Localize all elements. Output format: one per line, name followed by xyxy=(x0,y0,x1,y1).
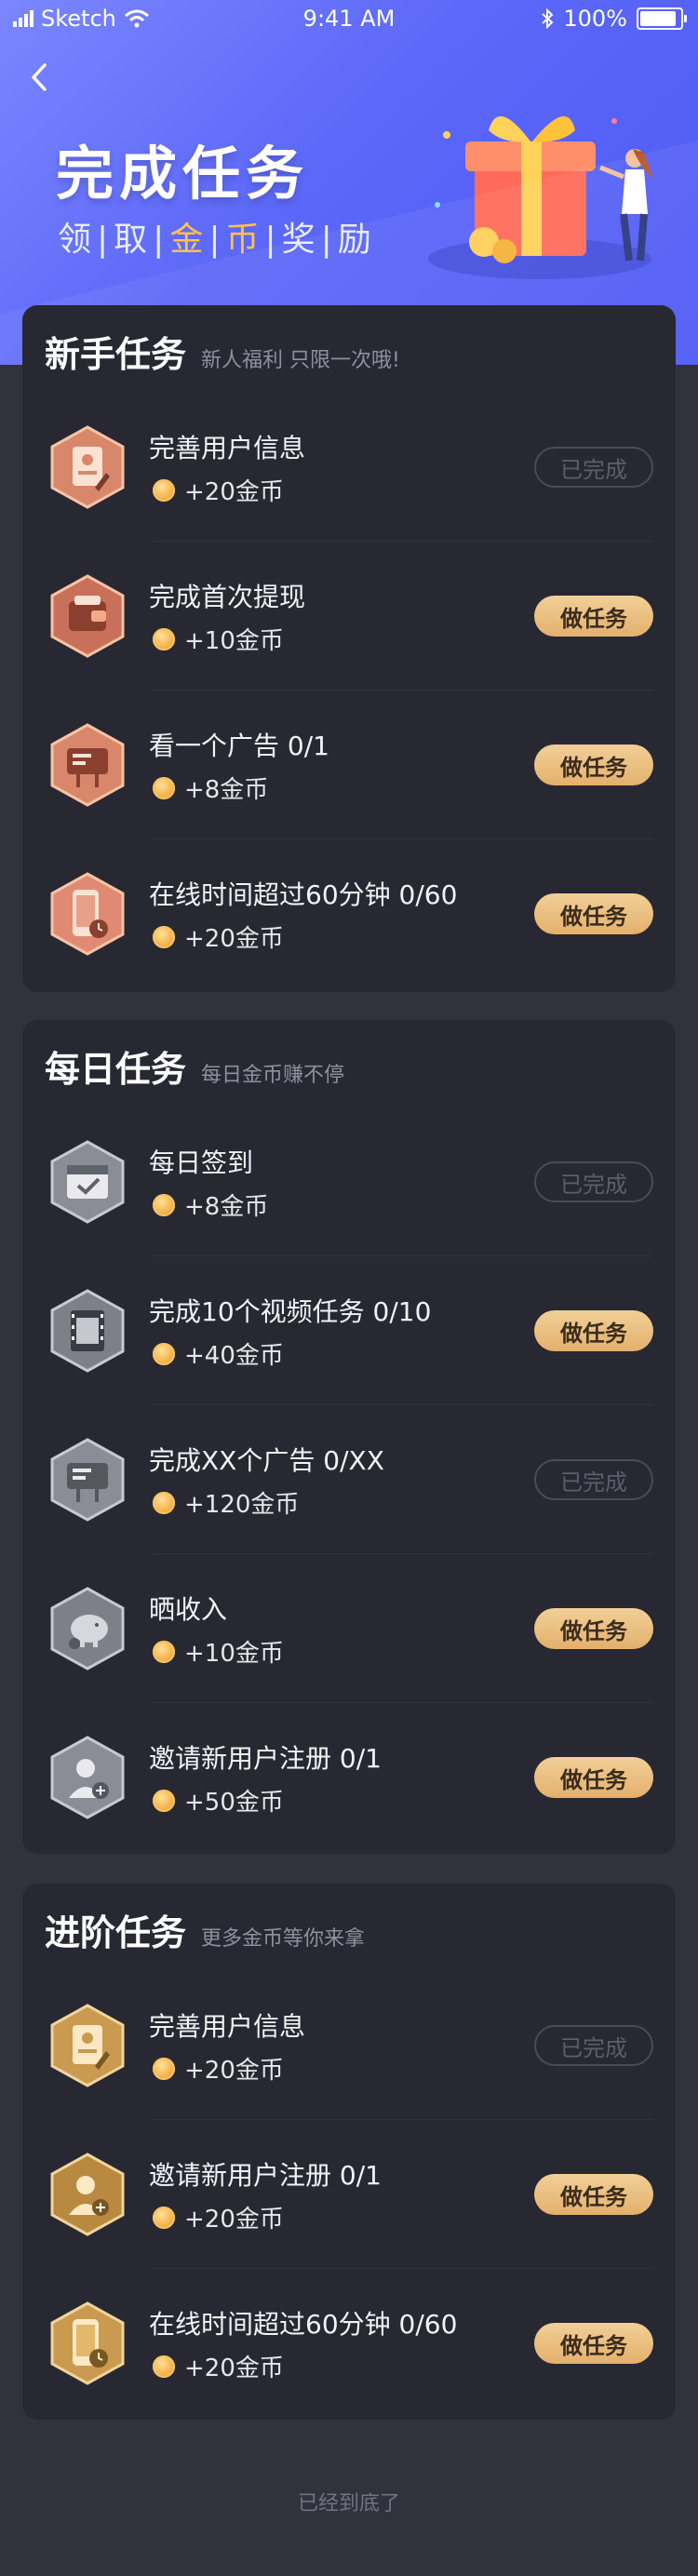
do-task-button[interactable]: 做任务 xyxy=(534,1310,653,1351)
add-user-icon xyxy=(50,1736,125,1819)
profile-card-icon xyxy=(50,425,125,509)
do-task-button[interactable]: 做任务 xyxy=(534,596,653,637)
section-newbie-tasks: 新手任务 新人福利 只限一次哦! 完善用户信息 +20金币 已完成 完成首次提现… xyxy=(22,305,676,992)
task-reward: +40金币 xyxy=(153,1336,284,1371)
do-task-button[interactable]: 做任务 xyxy=(534,1608,653,1649)
coin-icon xyxy=(153,776,175,799)
task-row: 每日签到 +8金币 已完成 xyxy=(22,1107,676,1256)
task-row: 完善用户信息 +20金币 已完成 xyxy=(22,1971,676,2120)
film-icon xyxy=(50,1289,125,1373)
task-row: 完成XX个广告 0/XX +120金币 已完成 xyxy=(22,1405,676,1554)
task-row: 完成10个视频任务 0/10 +40金币 做任务 xyxy=(22,1256,676,1405)
task-reward: +20金币 xyxy=(153,473,284,507)
section-subtitle: 新人福利 只限一次哦! xyxy=(201,349,400,372)
task-reward: +10金币 xyxy=(153,1634,284,1669)
back-arrow-icon[interactable] xyxy=(24,61,56,93)
piggy-bank-icon xyxy=(50,1587,125,1670)
do-task-button[interactable]: 做任务 xyxy=(534,893,653,934)
coin-icon xyxy=(153,1491,175,1514)
task-name: 完善用户信息 xyxy=(149,2011,306,2042)
task-row: 看一个广告 0/1 +8金币 做任务 xyxy=(22,691,676,839)
billboard-icon xyxy=(50,1438,125,1522)
task-name: 邀请新用户注册 0/1 xyxy=(149,2160,382,2191)
coin-icon xyxy=(153,1789,175,1812)
task-reward: +8金币 xyxy=(153,1187,268,1222)
task-reward: +20金币 xyxy=(153,919,284,954)
task-name: 完善用户信息 xyxy=(149,433,306,463)
task-row: 完成首次提现 +10金币 做任务 xyxy=(22,542,676,691)
coin-icon xyxy=(153,627,175,651)
task-completed-badge: 已完成 xyxy=(534,1459,653,1500)
add-user-icon xyxy=(50,2153,125,2236)
coin-icon xyxy=(153,1342,175,1365)
phone-clock-icon xyxy=(50,872,125,956)
do-task-button[interactable]: 做任务 xyxy=(534,745,653,785)
calendar-check-icon xyxy=(50,1140,125,1224)
page-subtitle: 领|取|金|币|奖|励 xyxy=(58,221,377,259)
task-name: 完成首次提现 xyxy=(149,582,306,612)
task-reward: +50金币 xyxy=(153,1783,284,1818)
section-title: 新手任务 xyxy=(45,334,187,375)
coin-icon xyxy=(153,2057,175,2080)
coin-icon xyxy=(153,925,175,948)
do-task-button[interactable]: 做任务 xyxy=(534,1757,653,1798)
task-name: 看一个广告 0/1 xyxy=(149,731,329,761)
coin-icon xyxy=(153,478,175,502)
task-name: 完成XX个广告 0/XX xyxy=(149,1445,384,1476)
task-reward: +10金币 xyxy=(153,622,284,656)
section-subtitle: 每日金币赚不停 xyxy=(201,1064,345,1087)
task-name: 邀请新用户注册 0/1 xyxy=(149,1743,382,1774)
section-subtitle: 更多金币等你来拿 xyxy=(201,1927,366,1951)
task-reward: +120金币 xyxy=(153,1485,299,1520)
task-completed-badge: 已完成 xyxy=(534,447,653,488)
task-row: 完善用户信息 +20金币 已完成 xyxy=(22,393,676,542)
coin-icon xyxy=(153,2206,175,2229)
task-row: 邀请新用户注册 0/1 +20金币 做任务 xyxy=(22,2120,676,2269)
wallet-icon xyxy=(50,574,125,658)
task-reward: +20金币 xyxy=(153,2051,284,2086)
section-advanced-tasks: 进阶任务 更多金币等你来拿 完善用户信息 +20金币 已完成 邀请新用户注册 0… xyxy=(22,1884,676,2420)
battery-icon xyxy=(637,7,687,30)
gift-illustration xyxy=(428,116,653,279)
task-row: 晒收入 +10金币 做任务 xyxy=(22,1554,676,1703)
coin-icon xyxy=(153,1640,175,1663)
do-task-button[interactable]: 做任务 xyxy=(534,2323,653,2364)
task-reward: +8金币 xyxy=(153,771,268,805)
task-completed-badge: 已完成 xyxy=(534,2025,653,2066)
task-name: 在线时间超过60分钟 0/60 xyxy=(149,879,458,910)
task-name: 每日签到 xyxy=(149,1147,254,1178)
task-name: 晒收入 xyxy=(149,1594,228,1625)
section-daily-tasks: 每日任务 每日金币赚不停 每日签到 +8金币 已完成 完成10个视频任务 0/1… xyxy=(22,1020,676,1854)
bluetooth-icon xyxy=(542,8,554,29)
battery-percent: 100% xyxy=(563,6,627,32)
section-title: 每日任务 xyxy=(45,1049,187,1090)
task-name: 在线时间超过60分钟 0/60 xyxy=(149,2309,458,2340)
billboard-icon xyxy=(50,723,125,807)
do-task-button[interactable]: 做任务 xyxy=(534,2174,653,2215)
profile-card-icon xyxy=(50,2004,125,2087)
task-row: 在线时间超过60分钟 0/60 +20金币 做任务 xyxy=(22,2269,676,2418)
section-title: 进阶任务 xyxy=(45,1912,187,1953)
coin-icon xyxy=(153,2355,175,2378)
task-row: 在线时间超过60分钟 0/60 +20金币 做任务 xyxy=(22,839,676,988)
end-of-list-label: 已经到底了 xyxy=(297,2492,400,2516)
task-reward: +20金币 xyxy=(153,2200,284,2234)
phone-clock-icon xyxy=(50,2301,125,2385)
page-title: 完成任务 xyxy=(56,140,310,208)
task-row: 邀请新用户注册 0/1 +50金币 做任务 xyxy=(22,1703,676,1852)
coin-icon xyxy=(153,1193,175,1216)
task-name: 完成10个视频任务 0/10 xyxy=(149,1296,432,1327)
task-reward: +20金币 xyxy=(153,2349,284,2383)
task-completed-badge: 已完成 xyxy=(534,1161,653,1202)
status-bar: Sketch 9:41 AM 100% xyxy=(0,0,698,37)
